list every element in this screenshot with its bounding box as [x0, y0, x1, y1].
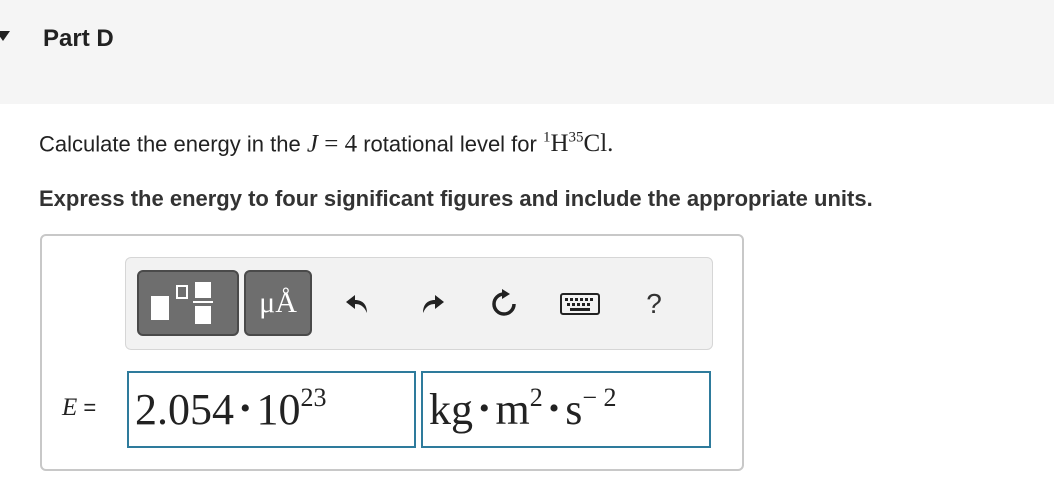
value-input[interactable]: 2.054 • 1023: [127, 371, 416, 448]
part-header[interactable]: Part D: [0, 0, 1054, 104]
redo-icon: [423, 295, 444, 313]
question-prefix: Calculate the energy in the: [39, 131, 301, 157]
value-base: 10: [256, 385, 301, 434]
templates-button[interactable]: [137, 270, 239, 336]
symbols-label: μÅ: [259, 286, 297, 319]
part-title: Part D: [43, 25, 114, 52]
unit-dot-1: •: [479, 392, 490, 425]
keyboard-button[interactable]: [558, 282, 602, 326]
question-text: Calculate the energy in the J = 4 rotati…: [39, 130, 613, 158]
answer-label: E =: [62, 394, 96, 422]
element-h: H: [550, 130, 569, 158]
isotope-cl: 35: [568, 130, 584, 146]
multiply-dot: •: [240, 392, 251, 425]
j-variable: J: [306, 130, 318, 158]
equals-sign: =: [83, 395, 97, 420]
reset-icon: [492, 289, 516, 316]
value-exponent: 23: [300, 383, 327, 412]
symbols-button[interactable]: μÅ: [244, 270, 312, 336]
templates-icon: [151, 282, 213, 324]
question-mid: rotational level for: [363, 131, 537, 157]
keyboard-icon: [560, 293, 600, 315]
unit-dot-2: •: [548, 392, 560, 425]
collapse-caret-icon[interactable]: [0, 31, 10, 41]
answer-variable: E: [62, 394, 78, 421]
unit-s-exponent: − 2: [582, 383, 617, 412]
unit-kg: kg: [429, 385, 473, 434]
unit-s: s: [565, 385, 583, 434]
help-button[interactable]: ?: [638, 282, 670, 326]
reset-button[interactable]: [486, 282, 522, 326]
value-mantissa: 2.054: [135, 385, 234, 434]
redo-button[interactable]: [414, 282, 450, 326]
units-input[interactable]: kg • m2 • s− 2: [421, 371, 711, 448]
instruction-text: Express the energy to four significant f…: [39, 186, 873, 211]
j-equation: J = 4: [307, 130, 357, 157]
unit-m-exponent: 2: [529, 383, 543, 412]
undo-button[interactable]: [340, 282, 376, 326]
unit-m: m: [495, 385, 530, 434]
j-value: = 4: [317, 130, 358, 158]
element-cl: Cl.: [583, 130, 614, 158]
help-label: ?: [646, 288, 662, 319]
molecule: 1H35Cl.: [543, 130, 613, 157]
undo-icon: [346, 295, 367, 313]
